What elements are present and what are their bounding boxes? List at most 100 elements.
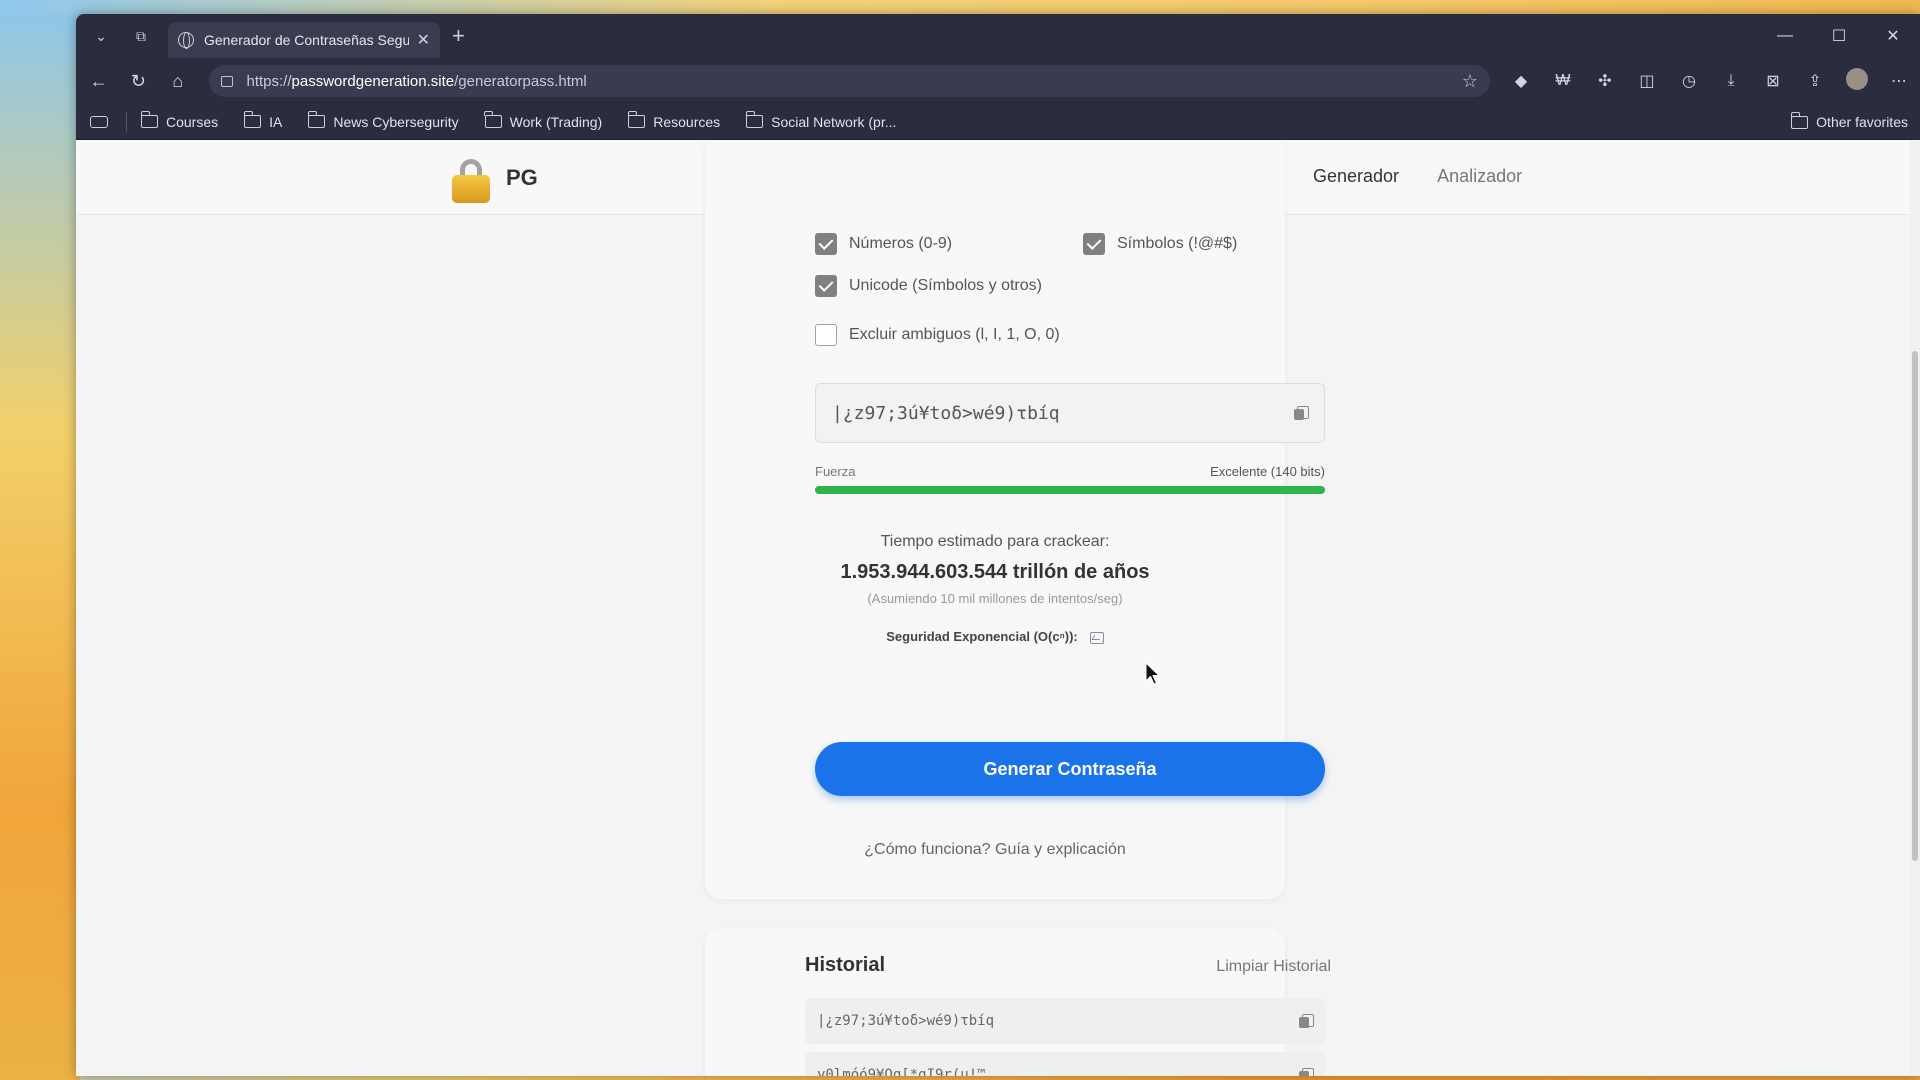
url-input[interactable]: https://passwordgeneration.site/generato…: [208, 65, 1490, 97]
extension-2-icon[interactable]: ₩: [1542, 72, 1584, 90]
copy-icon[interactable]: [1294, 406, 1309, 420]
profile-avatar[interactable]: [1836, 67, 1878, 95]
exponential-security: Seguridad Exponencial (O(cⁿ)):: [705, 629, 1285, 644]
unicode-label: Unicode (Símbolos y otros): [849, 277, 1042, 294]
page-viewport: PG Generador Analizador Números (0-9) Sí…: [76, 141, 1910, 1076]
crack-time-note: (Asumiendo 10 mil millones de intentos/s…: [867, 591, 1123, 606]
folder-icon: [307, 111, 326, 128]
strength-meter: [815, 486, 1325, 494]
extension-icon[interactable]: ◆: [1500, 71, 1542, 91]
downloads-icon[interactable]: ⤓: [1710, 72, 1752, 90]
bookmark-courses[interactable]: Courses: [140, 111, 219, 130]
other-favorites[interactable]: Other favorites: [1790, 104, 1908, 140]
folder-icon: [1790, 111, 1809, 129]
password-value: |¿z97;3ú¥toδ>wé9)τbíq: [832, 402, 1060, 424]
active-tab[interactable]: Generador de Contraseñas Segura ✕: [168, 22, 440, 58]
option-unicode[interactable]: Unicode (Símbolos y otros): [815, 275, 1042, 297]
bookmark-label: Courses: [166, 113, 219, 130]
exclude-ambiguous-label: Excluir ambiguos (l, I, 1, O, 0): [849, 326, 1060, 343]
option-numbers[interactable]: Números (0-9): [815, 233, 952, 255]
close-window-icon[interactable]: ✕: [1866, 26, 1920, 46]
exponential-security-label: Seguridad Exponencial (O(cⁿ)):: [886, 629, 1078, 644]
padlock-logo-icon: [452, 159, 490, 203]
symbols-checkbox[interactable]: [1083, 233, 1105, 255]
folder-icon: [627, 111, 646, 128]
lock-icon: [220, 75, 233, 87]
history-item-value: |¿z97;3ú¥toδ>wé9)τbíq: [817, 1013, 995, 1029]
copy-icon[interactable]: [1299, 1068, 1314, 1076]
history-card: Historial Limpiar Historial |¿z97;3ú¥toδ…: [705, 928, 1331, 1076]
browser-window: ⌄ ⧉ Generador de Contraseñas Segura ✕ + …: [76, 14, 1920, 1076]
refresh-icon[interactable]: ↻: [122, 71, 156, 92]
bookmark-ia[interactable]: IA: [243, 111, 283, 130]
numbers-label: Números (0-9): [849, 235, 953, 252]
exclude-ambiguous-checkbox[interactable]: [815, 324, 837, 346]
window-controls: — ☐ ✕: [1758, 14, 1920, 58]
bookmark-label: News Cybersegurity: [333, 113, 459, 130]
split-screen-icon[interactable]: ◫: [1626, 71, 1668, 91]
folder-icon: [484, 111, 502, 128]
extensions-puzzle-icon[interactable]: ✣: [1584, 71, 1626, 91]
tab-title: Generador de Contraseñas Segura: [204, 32, 409, 48]
option-symbols[interactable]: Símbolos (!@#$): [1083, 233, 1237, 255]
back-arrow-icon[interactable]: ←: [82, 71, 116, 92]
page-scrollbar[interactable]: [1910, 141, 1920, 1076]
minimize-icon[interactable]: —: [1758, 27, 1812, 45]
more-menu-icon[interactable]: ⋯: [1878, 71, 1920, 91]
option-exclude-ambiguous[interactable]: Excluir ambiguos (l, I, 1, O, 0): [815, 324, 1060, 346]
bookmark-social-network[interactable]: Social Network (pr...: [745, 111, 896, 130]
title-bar: ⌄ ⧉ Generador de Contraseñas Segura ✕ + …: [76, 14, 1920, 58]
tab-list-chevron-icon[interactable]: ⌄: [86, 21, 116, 51]
history-icon[interactable]: ◷: [1668, 71, 1710, 91]
site-logo-text[interactable]: PG: [506, 165, 538, 191]
strength-value: Excelente (140 bits): [1210, 464, 1325, 479]
address-bar: ← ↻ ⌂ https://passwordgeneration.site/ge…: [76, 58, 1920, 104]
bookmarks-bar: Courses IA News Cybersegurity Work (Trad…: [76, 104, 1920, 140]
nav-generator[interactable]: Generador: [1313, 166, 1399, 187]
symbols-label: Símbolos (!@#$): [1117, 235, 1238, 252]
workspaces-icon[interactable]: ⧉: [126, 21, 156, 51]
nav-analyzer[interactable]: Analizador: [1437, 166, 1522, 187]
close-tab-icon[interactable]: ✕: [417, 30, 430, 50]
globe-icon: [178, 32, 194, 49]
home-icon[interactable]: ⌂: [161, 71, 195, 92]
strength-label: Fuerza: [815, 464, 856, 479]
crack-time-value: 1.953.944.603.544 trillón de años: [840, 561, 1150, 583]
history-title: Historial: [805, 954, 886, 976]
folder-icon: [243, 111, 262, 128]
generate-password-button[interactable]: Generar Contraseña: [815, 742, 1325, 796]
desktop-wallpaper-top: [0, 0, 1920, 14]
desktop-wallpaper: [0, 0, 80, 1080]
toolbar-icons: ◆ ₩ ✣ ◫ ◷ ⤓ ⊠ ⇪ ⋯: [1500, 67, 1920, 95]
maximize-icon[interactable]: ☐: [1812, 26, 1866, 46]
clear-history-button[interactable]: Limpiar Historial: [1211, 958, 1331, 976]
bookmark-resources[interactable]: Resources: [627, 111, 721, 130]
bookmarks-separator: [126, 111, 127, 132]
site-nav: Generador Analizador: [1251, 165, 1560, 187]
reading-list-icon[interactable]: [90, 115, 108, 128]
scrollbar-thumb[interactable]: [1912, 351, 1918, 861]
unicode-checkbox[interactable]: [815, 275, 837, 297]
mouse-cursor-icon: [1145, 661, 1161, 686]
numbers-checkbox[interactable]: [815, 233, 837, 255]
guide-link[interactable]: ¿Cómo funciona? Guía y explicación: [705, 841, 1285, 859]
history-item[interactable]: y0lmóó9¥Oq[*gI9r(u!™: [805, 1052, 1325, 1076]
chart-icon[interactable]: [1089, 631, 1104, 644]
history-item[interactable]: |¿z97;3ú¥toδ>wé9)τbíq: [805, 998, 1325, 1044]
bookmark-news-cybersegurity[interactable]: News Cybersegurity: [307, 111, 459, 130]
copy-icon[interactable]: [1299, 1014, 1314, 1028]
new-tab-plus-icon[interactable]: +: [452, 23, 465, 49]
folder-icon: [140, 111, 158, 128]
bookmark-label: Work (Trading): [509, 113, 603, 130]
other-favorites-label: Other favorites: [1816, 114, 1908, 130]
generator-card: Números (0-9) Símbolos (!@#$) Unicode (S…: [705, 141, 1325, 899]
crack-time-label: Tiempo estimado para crackear:: [880, 533, 1110, 550]
history-item-value: y0lmóó9¥Oq[*gI9r(u!™: [817, 1067, 986, 1076]
bookmark-work-trading[interactable]: Work (Trading): [484, 111, 603, 130]
screenshot-icon[interactable]: ⊠: [1752, 71, 1794, 91]
password-output[interactable]: |¿z97;3ú¥toδ>wé9)τbíq: [815, 383, 1325, 443]
share-icon[interactable]: ⇪: [1794, 71, 1836, 91]
favorite-star-icon[interactable]: ☆: [1462, 71, 1478, 92]
bookmark-label: IA: [269, 113, 283, 130]
bookmark-label: Resources: [653, 113, 721, 130]
